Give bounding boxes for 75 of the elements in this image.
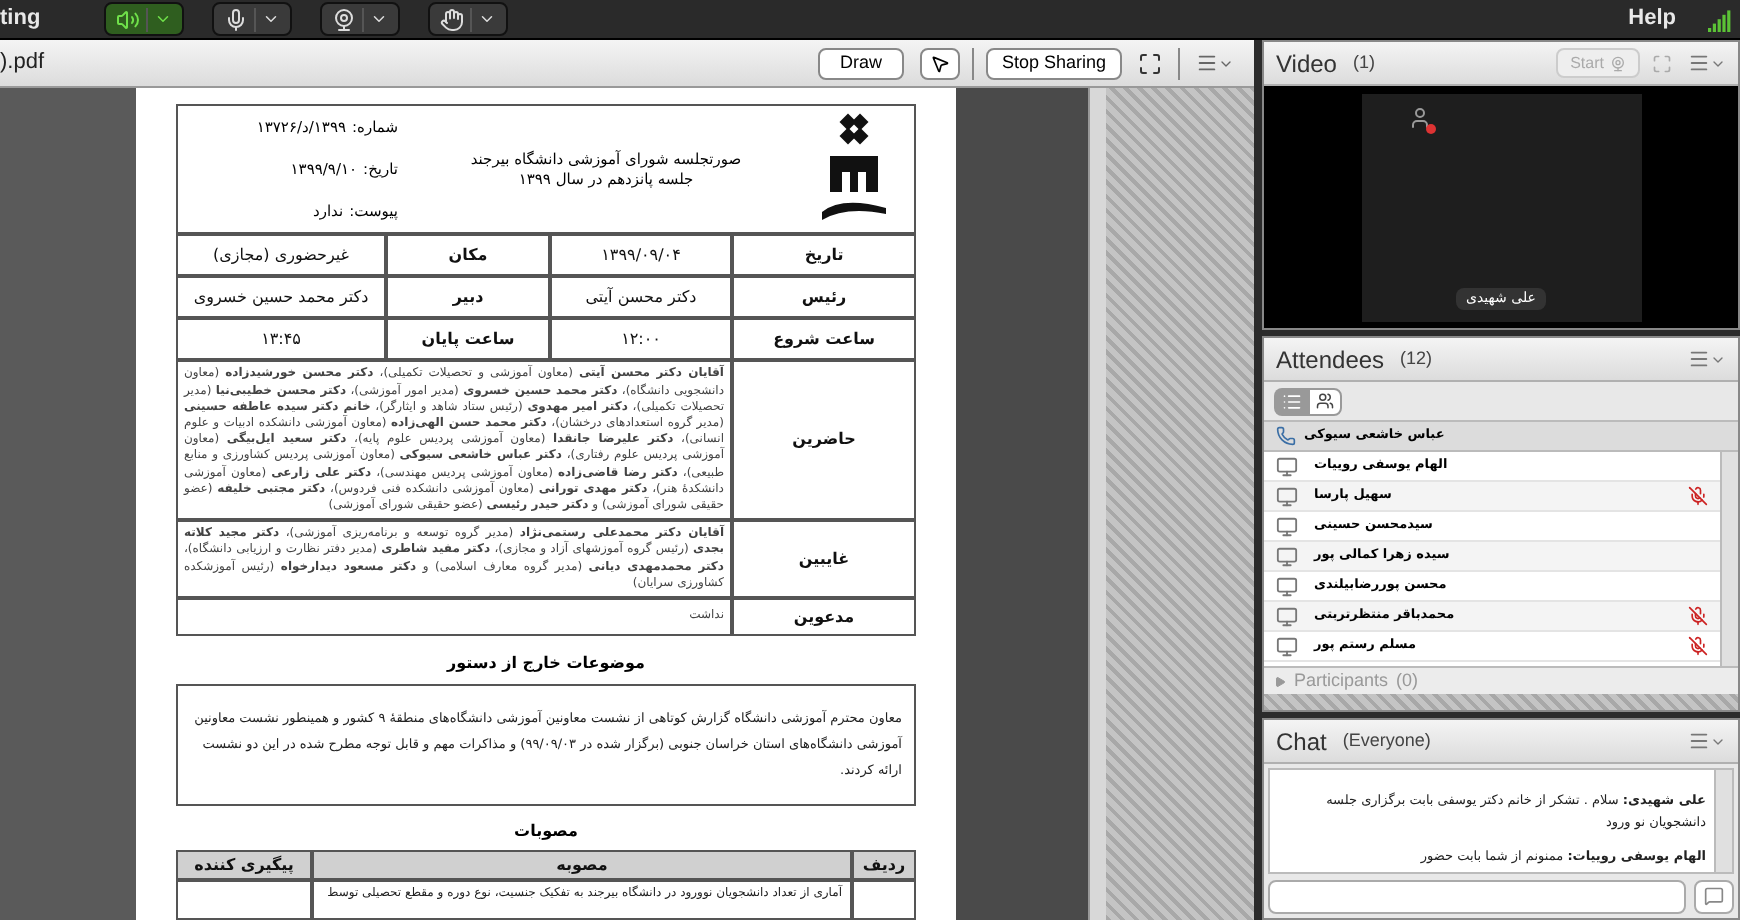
- stop-sharing-button[interactable]: Stop Sharing: [986, 47, 1123, 79]
- speaker-icon: [116, 7, 140, 31]
- table-cell: غیرحضوری (مجازی): [176, 234, 386, 277]
- table-cell: ساعت شروع: [732, 318, 916, 361]
- pod-title: Attendees: [1276, 343, 1385, 377]
- speaker-tool-button[interactable]: [104, 2, 184, 36]
- mic-tool-button[interactable]: [212, 2, 292, 36]
- camera-icon: [332, 7, 356, 31]
- table-cell: تاریخ: [732, 234, 916, 277]
- pod-count: (Everyone): [1342, 727, 1431, 754]
- phone-icon: [1276, 426, 1296, 446]
- participants-label: Participants: [1294, 667, 1389, 694]
- fullscreen-icon[interactable]: [1138, 51, 1163, 75]
- caret-icon: [262, 10, 280, 28]
- pointer-icon: [930, 53, 950, 73]
- table-cell: حاضرین: [732, 360, 916, 521]
- pod-menu-button[interactable]: [1688, 730, 1726, 752]
- scrollbar[interactable]: [1714, 770, 1732, 872]
- menu-icon: [1688, 348, 1710, 370]
- scrollbar[interactable]: [1720, 452, 1738, 666]
- column-header: مصوبه: [312, 850, 852, 880]
- signal-icon: [1708, 7, 1732, 31]
- table-cell: ساعت پایان: [386, 318, 550, 361]
- attendee-icon: [1276, 485, 1298, 507]
- attendee-icon: [1276, 515, 1298, 537]
- table-cell: رئیس: [732, 276, 916, 319]
- column-header: ردیف: [852, 850, 916, 880]
- table-cell: مدعوین: [732, 598, 916, 636]
- app-title: ting: [0, 4, 43, 35]
- table-cell: غایبین: [732, 520, 916, 598]
- pointer-button[interactable]: [920, 47, 960, 79]
- hand-tool-button[interactable]: [428, 2, 508, 36]
- pod-count: (1): [1352, 49, 1375, 76]
- table-cell: دبیر: [386, 276, 550, 319]
- pod-title: Chat: [1276, 725, 1327, 759]
- menu-icon: [1688, 52, 1710, 74]
- pod-count: (12): [1400, 345, 1433, 372]
- help-link[interactable]: Help: [1628, 2, 1676, 36]
- people-view-button[interactable]: [1308, 387, 1342, 415]
- table-cell: ۱۳:۴۵: [176, 318, 386, 361]
- hand-icon: [440, 7, 464, 31]
- table-cell: دکتر محمد حسین خسروی: [176, 276, 386, 319]
- caret-icon: [370, 10, 388, 28]
- camera-tool-button[interactable]: [320, 2, 400, 36]
- section-title: مصوبات: [514, 820, 578, 844]
- attendee-icon: [1276, 545, 1298, 567]
- table-cell: ۱۲:۰۰: [550, 318, 732, 361]
- participants-count: (0): [1396, 667, 1419, 694]
- attendee-icon: [1276, 635, 1298, 657]
- pod-menu-button[interactable]: [1688, 52, 1726, 74]
- document-name: ).pdf: [0, 48, 45, 79]
- scrollbar[interactable]: [1088, 88, 1106, 920]
- user-icon: [1407, 105, 1435, 133]
- camera-icon: [1610, 55, 1626, 71]
- attendee-icon: [1276, 455, 1298, 477]
- draw-button[interactable]: Draw: [817, 47, 904, 79]
- column-header: پیگیری کننده: [176, 850, 312, 880]
- table-cell: مکان: [386, 234, 550, 277]
- attendee-icon: [1276, 575, 1298, 597]
- table-cell: دکتر محسن آیتی: [550, 276, 732, 319]
- pod-menu-button[interactable]: [1688, 348, 1726, 370]
- pod-title: Video: [1276, 47, 1337, 81]
- table-cell: ۱۳۹۹/۰۹/۰۴: [550, 234, 732, 277]
- send-button[interactable]: [1694, 879, 1734, 913]
- caret-icon: [154, 10, 172, 28]
- section-title: موضوعات خارج از دستور: [447, 652, 645, 676]
- pod-menu-button[interactable]: [1196, 52, 1235, 74]
- caret-icon: [478, 10, 496, 28]
- menu-icon: [1688, 730, 1710, 752]
- attendee-icon: [1276, 605, 1298, 627]
- chat-input-field[interactable]: [1268, 879, 1686, 913]
- people-icon: [1316, 392, 1334, 410]
- mic-icon: [224, 7, 248, 31]
- speech-bubble-icon: [1704, 886, 1724, 906]
- menu-icon: [1196, 52, 1219, 74]
